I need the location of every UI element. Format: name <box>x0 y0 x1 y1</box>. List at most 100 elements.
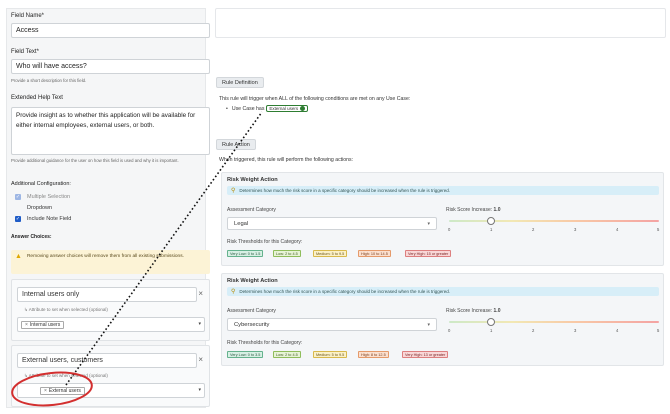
choice-input[interactable]: External users, customers <box>17 353 197 368</box>
tick-label: 3 <box>574 227 577 232</box>
check-circle-icon <box>300 106 306 111</box>
category-value: Legal <box>234 220 249 227</box>
option-label: Multiple Selection <box>27 194 71 200</box>
attribute-hint-text: Attribute to set when selected (optional… <box>28 307 108 312</box>
tick-label: 1 <box>490 227 493 232</box>
increase-label: Risk Score Increase: <box>446 308 493 314</box>
extended-help-label: Extended Help Text <box>11 95 63 101</box>
category-select[interactable]: Legal ▾ <box>227 217 437 230</box>
threshold-high: High: 10 to 14.5 <box>358 250 391 257</box>
lightbulb-icon: ⚲ <box>231 289 236 295</box>
rule-action-text: When triggered, this rule will perform t… <box>219 157 354 163</box>
tick-label: 0 <box>448 227 451 232</box>
category-value: Cybersecurity <box>234 321 270 328</box>
remove-tag-icon[interactable]: × <box>25 322 28 328</box>
tick-label: 0 <box>448 328 451 333</box>
threshold-very-low: Very Low: 0 to 3.5 <box>227 351 264 358</box>
lightbulb-icon: ⚲ <box>231 188 236 194</box>
chevron-down-icon: ▾ <box>427 321 430 328</box>
risk-slider-knob[interactable] <box>487 318 495 326</box>
field-name-input[interactable]: Access <box>11 23 210 38</box>
thresholds-row: Very Low: 0 to 1.5 Low: 2 to 4.5 Medium:… <box>227 250 657 257</box>
extended-help-hint: Provide additional guidance for the user… <box>11 158 179 163</box>
increase-label: Risk Score Increase: <box>446 207 493 213</box>
info-text: Determines how much the risk score in a … <box>239 289 451 294</box>
additional-config-label: Additional Configuration: <box>11 181 71 187</box>
condition-pill-label: External users <box>269 106 299 111</box>
tick-label: 2 <box>532 227 535 232</box>
threshold-very-low: Very Low: 0 to 1.5 <box>227 250 264 257</box>
attribute-hint: ↳ Attribute to set when selected (option… <box>24 307 108 313</box>
dropdown-option[interactable]: Dropdown <box>15 205 52 211</box>
remove-tag-icon[interactable]: × <box>44 388 47 394</box>
choice-input[interactable]: Internal users only <box>17 287 197 302</box>
condition-pill[interactable]: External users <box>266 105 309 112</box>
card-title: Risk Weight Action <box>227 278 278 284</box>
warning-icon: ▲ <box>15 253 22 260</box>
extended-help-textarea[interactable]: Provide insight as to whether this appli… <box>11 107 210 155</box>
thresholds-label: Risk Thresholds for this Category: <box>227 239 303 245</box>
close-icon[interactable]: × <box>198 355 203 364</box>
category-label: Assessment Category <box>227 308 276 314</box>
bullet-icon: • <box>226 105 228 112</box>
checkbox-icon[interactable]: ✓ <box>15 194 21 200</box>
tick-label: 2 <box>532 328 535 333</box>
attribute-select[interactable]: × Internal users <box>17 317 205 332</box>
condition-row: • Use Case has External users <box>226 105 309 112</box>
threshold-very-high: Very High: 13 or greater <box>402 351 449 358</box>
attribute-hint-text: Attribute to set when selected (optional… <box>28 373 108 378</box>
top-placeholder-box <box>215 8 666 38</box>
increase-value: 1.0 <box>493 308 501 314</box>
tick-label: 1 <box>490 328 493 333</box>
info-text: Determines how much the risk score in a … <box>239 188 451 193</box>
info-banner: ⚲ Determines how much the risk score in a… <box>227 287 659 296</box>
checkbox-icon[interactable] <box>15 205 21 211</box>
thresholds-label: Risk Thresholds for this Category: <box>227 340 303 346</box>
chevron-down-icon: ▾ <box>427 220 430 227</box>
threshold-high: High: 8 to 12.5 <box>358 351 389 358</box>
risk-weight-card: Risk Weight Action ⚲ Determines how much … <box>221 172 664 266</box>
attribute-tag: × Internal users <box>21 321 65 329</box>
tick-label: 4 <box>616 227 619 232</box>
chevron-down-icon[interactable]: ▾ <box>198 387 201 393</box>
option-label: Include Note Field <box>27 216 72 222</box>
risk-slider-knob[interactable] <box>487 217 495 225</box>
info-banner: ⚲ Determines how much the risk score in a… <box>227 186 659 195</box>
thresholds-row: Very Low: 0 to 3.5 Low: 2 to 4.5 Medium:… <box>227 351 657 358</box>
answer-choice-card: Internal users only × ↳ Attribute to set… <box>11 279 210 341</box>
close-icon[interactable]: × <box>198 289 203 298</box>
card-title: Risk Weight Action <box>227 177 278 183</box>
checkbox-icon[interactable]: ✓ <box>15 216 21 222</box>
attribute-select[interactable]: × External users <box>17 383 205 398</box>
rule-trigger-text: This rule will trigger when ALL of the f… <box>219 96 411 102</box>
tick-label: 5 <box>657 328 660 333</box>
field-name-label: Field Name* <box>11 13 45 19</box>
threshold-low: Low: 2 to 4.5 <box>273 250 301 257</box>
risk-slider-track[interactable] <box>449 321 659 323</box>
include-note-option[interactable]: ✓ Include Note Field <box>15 216 71 222</box>
category-label: Assessment Category <box>227 207 276 213</box>
chevron-down-icon[interactable]: ▾ <box>198 321 201 327</box>
tick-label: 5 <box>657 227 660 232</box>
threshold-medium: Medium: 5 to 9.5 <box>313 351 348 358</box>
answer-choices-label: Answer Choices: <box>11 234 52 240</box>
tag-label: External users <box>48 388 81 394</box>
condition-prefix: Use Case has <box>231 105 265 112</box>
threshold-low: Low: 2 to 4.5 <box>273 351 301 358</box>
field-text-input[interactable]: Who will have access? <box>11 59 210 74</box>
answer-choice-card: External users, customers × ↳ Attribute … <box>11 345 210 407</box>
multiple-selection-option[interactable]: ✓ Multiple Selection <box>15 194 70 200</box>
field-text-label: Field Text* <box>11 49 39 55</box>
increase-label-row: Risk Score Increase: 1.0 <box>446 308 500 314</box>
increase-value: 1.0 <box>493 207 501 213</box>
category-select[interactable]: Cybersecurity ▾ <box>227 318 437 331</box>
attribute-tag: × External users <box>40 387 85 395</box>
risk-slider-track[interactable] <box>449 220 659 222</box>
tag-label: Internal users <box>29 322 61 328</box>
tick-label: 4 <box>616 328 619 333</box>
attribute-hint: ↳ Attribute to set when selected (option… <box>24 373 108 379</box>
risk-weight-card: Risk Weight Action ⚲ Determines how much … <box>221 273 664 366</box>
warning-banner: ▲ Removing answer choices will remove th… <box>11 250 210 274</box>
rule-definition-header: Rule Definition <box>216 77 264 88</box>
threshold-medium: Medium: 5 to 9.5 <box>313 250 348 257</box>
